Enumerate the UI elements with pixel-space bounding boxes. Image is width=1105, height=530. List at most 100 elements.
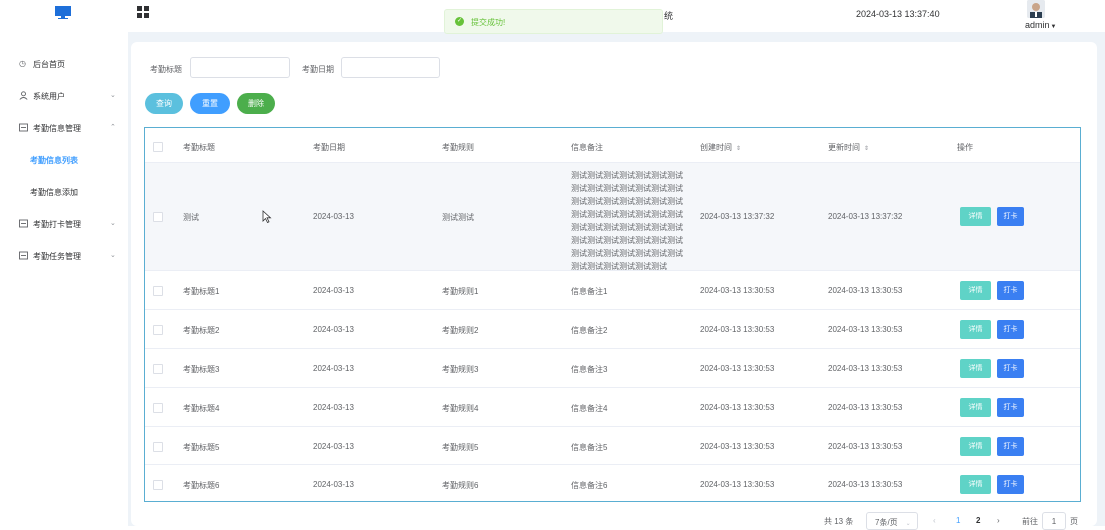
cell-note: 信息备注4 [571,404,608,413]
prev-page-icon[interactable]: ‹ [933,516,936,525]
sidebar: ◷ 后台首页 系统用户 ⌄ 考勤信息管理 ⌃ 考勤信息列表 考勤信息添加 考勤打… [0,32,128,526]
page-size-select[interactable]: 7条/页 ⌄ [866,512,918,530]
row-checkbox[interactable] [153,480,163,490]
cell-title: 考勤标题2 [183,326,220,335]
check-circle-icon: ✓ [455,17,464,26]
user-icon [19,91,28,100]
chevron-down-icon: ⌄ [110,220,116,227]
cell-created: 2024-03-13 13:30:53 [700,364,775,373]
sidebar-item-label: 考勤信息管理 [33,124,81,133]
sidebar-item-label: 考勤打卡管理 [33,220,81,229]
cell-created: 2024-03-13 13:30:53 [700,403,775,412]
table-row[interactable]: 考勤标题1 2024-03-13 考勤规则1 信息备注1 2024-03-13 … [145,270,1080,309]
cell-updated: 2024-03-13 13:30:53 [828,403,903,412]
table-row[interactable]: 测试 2024-03-13 测试测试 测试测试测试测试测试测试测试测试测试测试测… [145,162,1080,271]
attendance-table: 考勤标题 考勤日期 考勤规则 信息备注 创建时间 ⇕ 更新时间 ⇕ 操作 测试 20… [144,127,1081,502]
cell-date: 2024-03-13 [313,286,354,295]
cell-updated: 2024-03-13 13:37:32 [828,212,903,221]
sidebar-item-attendance-add[interactable]: 考勤信息添加 [0,176,128,208]
avatar[interactable] [1027,0,1045,18]
row-checkbox[interactable] [153,442,163,452]
panel-icon [19,219,28,228]
clock-icon: ◷ [19,59,26,68]
row-checkbox[interactable] [153,325,163,335]
punch-button[interactable]: 打卡 [997,475,1024,494]
cell-date: 2024-03-13 [313,442,354,451]
sidebar-item-label: 考勤任务管理 [33,252,81,261]
panel-icon [19,123,28,132]
table-row[interactable]: 考勤标题5 2024-03-13 考勤规则5 信息备注5 2024-03-13 … [145,426,1080,464]
cell-created: 2024-03-13 13:37:32 [700,212,775,221]
cell-rule: 考勤规则1 [442,287,479,296]
table-row[interactable]: 考勤标题6 2024-03-13 考勤规则6 信息备注6 2024-03-13 … [145,464,1080,501]
chevron-down-icon: ⌄ [110,92,116,99]
cell-title: 考勤标题4 [183,404,220,413]
page-2[interactable]: 2 [976,516,980,525]
user-menu[interactable]: admin▼ [1025,20,1056,30]
row-checkbox[interactable] [153,286,163,296]
monitor-icon [55,6,71,19]
column-header-created[interactable]: 创建时间 ⇕ [700,142,741,153]
cell-note: 信息备注1 [571,287,608,296]
detail-button[interactable]: 详情 [960,398,991,417]
punch-button[interactable]: 打卡 [997,437,1024,456]
cell-rule: 考勤规则4 [442,404,479,413]
table-row[interactable]: 考勤标题3 2024-03-13 考勤规则3 信息备注3 2024-03-13 … [145,348,1080,387]
cell-note: 信息备注5 [571,443,608,452]
cell-updated: 2024-03-13 13:30:53 [828,286,903,295]
detail-button[interactable]: 详情 [960,475,991,494]
chevron-down-icon: ⌄ [905,521,911,527]
chevron-up-icon: ⌃ [110,124,116,131]
cell-note: 信息备注6 [571,481,608,490]
grid-menu-icon[interactable] [137,6,149,18]
detail-button[interactable]: 详情 [960,281,991,300]
sidebar-item-system-users[interactable]: 系统用户 ⌄ [0,80,128,112]
row-checkbox[interactable] [153,364,163,374]
cell-updated: 2024-03-13 13:30:53 [828,325,903,334]
row-checkbox[interactable] [153,403,163,413]
cell-title: 考勤标题1 [183,287,220,296]
select-all-checkbox[interactable] [153,142,163,152]
detail-button[interactable]: 详情 [960,207,991,226]
cell-title: 考勤标题5 [183,443,220,452]
cell-title: 考勤标题6 [183,481,220,490]
cell-rule: 考勤规则6 [442,481,479,490]
sidebar-item-punch-management[interactable]: 考勤打卡管理 ⌄ [0,208,128,240]
cell-updated: 2024-03-13 13:30:53 [828,364,903,373]
mouse-cursor-icon [262,210,272,223]
detail-button[interactable]: 详情 [960,320,991,339]
search-button[interactable]: 查询 [145,93,183,114]
sidebar-item-task-management[interactable]: 考勤任务管理 ⌄ [0,240,128,272]
cell-date: 2024-03-13 [313,403,354,412]
reset-button[interactable]: 重置 [190,93,230,114]
punch-button[interactable]: 打卡 [997,359,1024,378]
title-filter-input[interactable] [190,57,290,78]
punch-button[interactable]: 打卡 [997,281,1024,300]
sidebar-item-attendance-info[interactable]: 考勤信息管理 ⌃ [0,112,128,144]
cell-date: 2024-03-13 [313,364,354,373]
sidebar-item-label: 系统用户 [33,92,65,101]
current-datetime: 2024-03-13 13:37:40 [856,9,940,19]
column-header-actions: 操作 [957,143,973,152]
cell-created: 2024-03-13 13:30:53 [700,286,775,295]
delete-button[interactable]: 删除 [237,93,275,114]
goto-page-input[interactable]: 1 [1042,512,1066,530]
user-avatar-icon [1027,0,1045,18]
date-filter-input[interactable] [341,57,440,78]
sidebar-item-home[interactable]: ◷ 后台首页 [0,48,128,80]
detail-button[interactable]: 详情 [960,437,991,456]
column-header-updated[interactable]: 更新时间 ⇕ [828,142,869,153]
table-row[interactable]: 考勤标题2 2024-03-13 考勤规则2 信息备注2 2024-03-13 … [145,309,1080,348]
next-page-icon[interactable]: › [997,516,1000,525]
sidebar-item-attendance-list[interactable]: 考勤信息列表 [0,144,128,176]
page-1[interactable]: 1 [956,516,960,525]
punch-button[interactable]: 打卡 [997,320,1024,339]
column-header-rule: 考勤规则 [442,143,474,152]
cell-note: 信息备注2 [571,326,608,335]
punch-button[interactable]: 打卡 [997,207,1024,226]
punch-button[interactable]: 打卡 [997,398,1024,417]
row-checkbox[interactable] [153,212,163,222]
cell-date: 2024-03-13 [313,480,354,489]
detail-button[interactable]: 详情 [960,359,991,378]
table-row[interactable]: 考勤标题4 2024-03-13 考勤规则4 信息备注4 2024-03-13 … [145,387,1080,426]
